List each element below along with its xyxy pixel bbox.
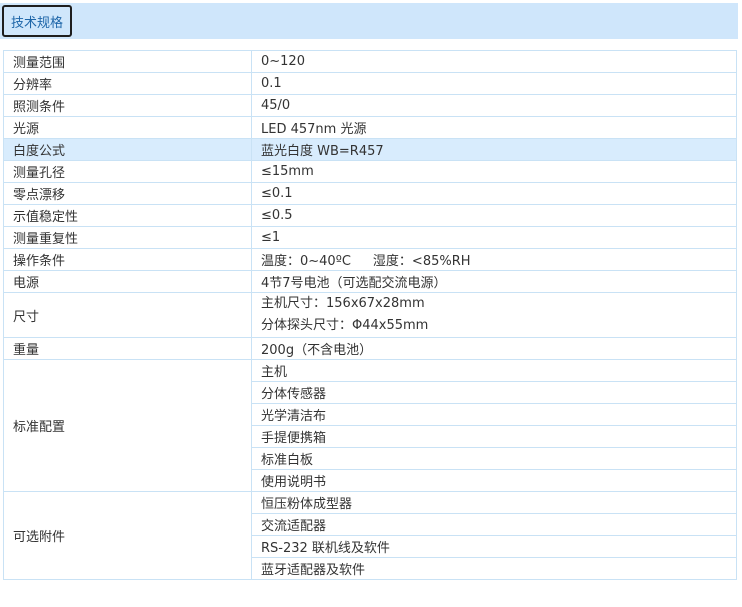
spec-row-geometry: 照测条件 45/0 — [3, 94, 737, 117]
optional-accessory-item: 交流适配器 — [251, 513, 737, 536]
tab-bar: 技术规格 — [0, 3, 738, 39]
tab-specifications[interactable]: 技术规格 — [2, 5, 72, 37]
standard-config-item: 标准白板 — [251, 447, 737, 470]
spec-value: 蓝光白度 WB=R457 — [251, 138, 737, 161]
spec-key: 测量范围 — [3, 50, 252, 73]
spec-row-aperture: 测量孔径 ≤15mm — [3, 160, 737, 183]
spec-value: LED 457nm 光源 — [251, 116, 737, 139]
spec-row-range: 测量范围 0~120 — [3, 50, 737, 73]
standard-config-item: 分体传感器 — [251, 381, 737, 404]
spec-key: 零点漂移 — [3, 182, 252, 205]
spec-row-light-source: 光源 LED 457nm 光源 — [3, 116, 737, 139]
spec-row-stability: 示值稳定性 ≤0.5 — [3, 204, 737, 227]
optional-accessory-item: RS-232 联机线及软件 — [251, 535, 737, 558]
spec-key: 电源 — [3, 270, 252, 293]
spec-value: 温度：0~40ºC 湿度：<85%RH — [251, 248, 737, 271]
standard-config-key: 标准配置 — [3, 359, 252, 492]
spec-value: ≤0.1 — [251, 182, 737, 205]
spec-row-operating-conditions: 操作条件 温度：0~40ºC 湿度：<85%RH — [3, 248, 737, 271]
dimension-probe: 分体探头尺寸：Φ44x55mm — [261, 318, 429, 333]
spec-value: 200g（不含电池） — [251, 337, 737, 360]
spec-row-repeatability: 测量重复性 ≤1 — [3, 226, 737, 249]
spec-value: 0~120 — [251, 50, 737, 73]
optional-accessories-key: 可选附件 — [3, 491, 252, 580]
spec-value: 45/0 — [251, 94, 737, 117]
spec-table: 测量范围 0~120 分辨率 0.1 照测条件 45/0 光源 LED 457n… — [3, 50, 737, 580]
spec-value: 4节7号电池（可选配交流电源） — [251, 270, 737, 293]
standard-config-item: 主机 — [251, 359, 737, 382]
spec-value: ≤15mm — [251, 160, 737, 183]
standard-config-item: 光学清洁布 — [251, 403, 737, 426]
spec-key: 尺寸 — [3, 292, 252, 338]
spec-key: 光源 — [3, 116, 252, 139]
spec-key: 白度公式 — [3, 138, 252, 161]
optional-accessory-item: 恒压粉体成型器 — [251, 491, 737, 514]
spec-key: 测量孔径 — [3, 160, 252, 183]
spec-key: 重量 — [3, 337, 252, 360]
spec-row-weight: 重量 200g（不含电池） — [3, 337, 737, 360]
standard-config-item: 手提便携箱 — [251, 425, 737, 448]
standard-config-row: 标准配置 主机 — [3, 359, 737, 492]
spec-row-dimensions: 尺寸 主机尺寸：156x67x28mm 分体探头尺寸：Φ44x55mm — [3, 292, 737, 338]
spec-row-zero-drift: 零点漂移 ≤0.1 — [3, 182, 737, 205]
tab-specifications-label: 技术规格 — [10, 15, 63, 31]
temperature-value: 温度：0~40ºC — [261, 254, 351, 269]
spec-key: 照测条件 — [3, 94, 252, 117]
spec-row-whiteness-formula: 白度公式 蓝光白度 WB=R457 — [3, 138, 737, 161]
spec-row-power: 电源 4节7号电池（可选配交流电源） — [3, 270, 737, 293]
spec-value: ≤1 — [251, 226, 737, 249]
spec-key: 测量重复性 — [3, 226, 252, 249]
spec-value: 0.1 — [251, 72, 737, 95]
standard-config-item: 使用说明书 — [251, 469, 737, 492]
optional-accessory-row: 可选附件 恒压粉体成型器 — [3, 491, 737, 580]
spec-key: 操作条件 — [3, 248, 252, 271]
dimension-main-unit: 主机尺寸：156x67x28mm — [261, 296, 425, 311]
spec-key: 示值稳定性 — [3, 204, 252, 227]
spec-row-resolution: 分辨率 0.1 — [3, 72, 737, 95]
spec-value: ≤0.5 — [251, 204, 737, 227]
spec-key: 分辨率 — [3, 72, 252, 95]
spec-value: 主机尺寸：156x67x28mm 分体探头尺寸：Φ44x55mm — [251, 292, 737, 338]
humidity-value: 湿度：<85%RH — [372, 254, 471, 269]
optional-accessory-item: 蓝牙适配器及软件 — [251, 557, 737, 580]
